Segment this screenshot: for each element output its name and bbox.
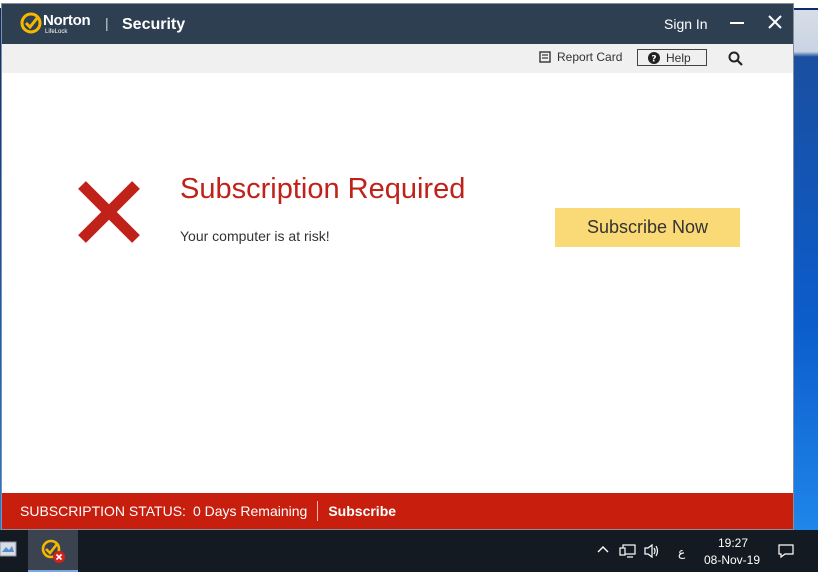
input-language-indicator[interactable]: ع — [678, 545, 685, 559]
clock-time[interactable]: 19:27 — [718, 536, 748, 550]
norton-check-icon — [20, 12, 42, 34]
sign-in-link[interactable]: Sign In — [664, 16, 708, 32]
report-card-label: Report Card — [557, 50, 623, 64]
taskbar-app-icon[interactable] — [0, 538, 18, 562]
norton-window: Norton LifeLock | Security Sign In Repor… — [1, 3, 794, 530]
taskbar: ع 19:27 08-Nov-19 — [0, 530, 818, 572]
search-icon[interactable] — [728, 51, 743, 66]
report-card-icon — [539, 51, 551, 63]
alert-title: Subscription Required — [180, 173, 466, 205]
norton-alert-icon — [41, 539, 65, 563]
subscribe-now-button[interactable]: Subscribe Now — [555, 208, 740, 247]
toolbar: Report Card ? Help — [2, 44, 793, 73]
minimize-button[interactable] — [728, 12, 746, 32]
title-bar: Norton LifeLock | Security Sign In — [2, 4, 793, 44]
taskbar-norton-button[interactable] — [28, 530, 78, 572]
network-icon[interactable] — [619, 543, 637, 559]
notifications-icon[interactable] — [777, 543, 795, 559]
subscription-status-bar: SUBSCRIPTION STATUS: 0 Days Remaining Su… — [2, 493, 793, 529]
help-button[interactable]: ? Help — [637, 49, 707, 66]
status-label: SUBSCRIPTION STATUS: — [20, 503, 186, 519]
close-icon[interactable] — [767, 14, 783, 30]
help-label: Help — [666, 50, 691, 65]
window-title: Security — [122, 16, 186, 33]
error-x-icon — [78, 181, 140, 243]
volume-icon[interactable] — [643, 543, 661, 559]
main-content: Subscription Required Your computer is a… — [2, 73, 793, 493]
subscribe-link[interactable]: Subscribe — [328, 503, 396, 519]
alert-description: Your computer is at risk! — [180, 228, 330, 244]
brand-name: Norton — [43, 12, 91, 29]
clock-date[interactable]: 08-Nov-19 — [704, 553, 760, 567]
report-card-button[interactable]: Report Card — [539, 50, 622, 64]
desktop-right-strip — [794, 10, 818, 530]
title-divider: | — [105, 15, 109, 31]
status-divider — [317, 501, 319, 521]
svg-text:?: ? — [651, 54, 656, 64]
brand-subtitle: LifeLock — [45, 29, 68, 35]
status-value: 0 Days Remaining — [192, 503, 308, 519]
chevron-up-icon[interactable] — [597, 544, 609, 554]
help-icon: ? — [648, 51, 660, 64]
